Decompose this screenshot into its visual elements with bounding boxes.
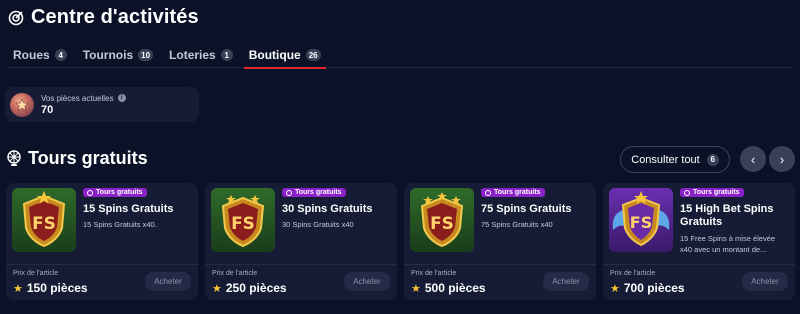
tab-label: Loteries: [169, 48, 216, 62]
star-icon: [15, 97, 29, 111]
star-icon: ★: [212, 282, 222, 295]
clock-icon: [286, 189, 292, 196]
tab-boutique[interactable]: Boutique 26: [243, 42, 326, 69]
card-description: 75 Spins Gratuits x40: [481, 220, 553, 229]
clock-icon: [485, 189, 491, 196]
fs-shield-image: FS: [410, 188, 474, 252]
prev-button[interactable]: ‹: [740, 146, 766, 172]
price: ★ 150 pièces: [13, 281, 88, 295]
category-badge: Tours gratuits: [282, 188, 346, 197]
tab-bar: Roues 4 Tournois 10 Loteries 1 Boutique …: [8, 42, 792, 69]
badge-label: Tours gratuits: [494, 189, 541, 196]
thumb-text: FS: [231, 214, 255, 234]
badge-label: Tours gratuits: [295, 189, 342, 196]
page-header: Centre d'activités: [8, 6, 199, 29]
card-title: 15 High Bet Spins Gratuits: [680, 203, 774, 228]
target-icon: [8, 10, 24, 25]
clock-icon: [684, 189, 690, 196]
tab-label: Boutique: [248, 48, 301, 62]
buy-button[interactable]: Acheter: [742, 272, 788, 291]
clock-icon: [87, 189, 93, 196]
thumb-text: FS: [430, 214, 454, 234]
tab-loteries[interactable]: Loteries 1: [164, 42, 238, 68]
card-description: 15 Free Spins à mise élevée x40 avec un …: [680, 234, 776, 254]
chevron-right-icon: ›: [779, 151, 785, 167]
product-card[interactable]: FS Tours gratuits 15 Spins Gratuits 15 S…: [6, 183, 198, 300]
card-description: 15 Spins Gratuits x40.: [83, 220, 157, 229]
info-icon[interactable]: i: [117, 94, 126, 102]
tab-count-badge: 1: [220, 49, 233, 61]
card-title: 30 Spins Gratuits: [282, 203, 373, 215]
thumb-text: FS: [630, 213, 652, 232]
tab-roues[interactable]: Roues 4: [8, 42, 72, 68]
coin-label-text: Vos pièces actuelles: [41, 93, 114, 103]
product-card[interactable]: FS Tours gratuits 30 Spins Gratuits 30 S…: [205, 183, 397, 300]
star-icon: ★: [411, 282, 421, 295]
fs-shield-image: FS: [211, 188, 275, 252]
price: ★ 700 pièces: [610, 281, 685, 295]
card-list: FS Tours gratuits 15 Spins Gratuits 15 S…: [6, 183, 795, 300]
tab-label: Roues: [13, 48, 50, 62]
badge-label: Tours gratuits: [693, 189, 740, 196]
price-label: Prix de l'article: [411, 270, 457, 277]
price-value: 700 pièces: [623, 281, 685, 295]
fs-winged-shield-image: FS: [609, 188, 673, 252]
tab-count-badge: 4: [54, 49, 67, 61]
see-all-label: Consulter tout: [631, 153, 700, 166]
category-badge: Tours gratuits: [680, 188, 744, 197]
buy-button[interactable]: Acheter: [145, 272, 191, 291]
category-badge: Tours gratuits: [83, 188, 147, 197]
product-card[interactable]: FS Tours gratuits 15 High Bet Spins Grat…: [603, 183, 795, 300]
page-title: Centre d'activités: [31, 6, 199, 28]
coin-label: Vos pièces actuelles i: [41, 94, 126, 103]
card-title: 75 Spins Gratuits: [481, 203, 572, 215]
tab-label: Tournois: [82, 48, 134, 62]
divider: [603, 264, 795, 265]
card-title: 15 Spins Gratuits: [83, 203, 174, 215]
see-all-button[interactable]: Consulter tout 6: [620, 146, 730, 173]
section-title: Tours gratuits: [28, 148, 148, 168]
star-icon: ★: [610, 282, 620, 295]
star-icon: ★: [13, 282, 23, 295]
coin-value: 70: [41, 103, 54, 116]
price-label: Prix de l'article: [13, 270, 59, 277]
price-label: Prix de l'article: [212, 270, 258, 277]
fs-shield-image: FS: [12, 188, 76, 252]
divider: [205, 264, 397, 265]
divider: [404, 264, 596, 265]
price: ★ 250 pièces: [212, 281, 287, 295]
category-badge: Tours gratuits: [481, 188, 545, 197]
price: ★ 500 pièces: [411, 281, 486, 295]
see-all-count: 6: [706, 153, 719, 166]
tab-tournois[interactable]: Tournois 10: [78, 42, 158, 68]
coin-icon: [10, 92, 34, 117]
price-value: 500 pièces: [424, 281, 486, 295]
buy-button[interactable]: Acheter: [543, 272, 589, 291]
thumb-text: FS: [32, 214, 56, 234]
next-button[interactable]: ›: [769, 146, 795, 172]
wheel-icon: [7, 150, 21, 166]
coin-balance-panel: Vos pièces actuelles i 70: [5, 87, 199, 122]
buy-button[interactable]: Acheter: [344, 272, 390, 291]
section-header: Tours gratuits: [6, 148, 148, 169]
price-value: 150 pièces: [26, 281, 88, 295]
chevron-left-icon: ‹: [750, 151, 756, 167]
price-label: Prix de l'article: [610, 270, 656, 277]
badge-label: Tours gratuits: [96, 189, 143, 196]
product-card[interactable]: FS Tours gratuits 75 Spins Gratuits 75 S…: [404, 183, 596, 300]
tab-count-badge: 26: [305, 49, 321, 61]
price-value: 250 pièces: [225, 281, 287, 295]
divider: [6, 264, 198, 265]
card-description: 30 Spins Gratuits x40: [282, 220, 354, 229]
tab-count-badge: 10: [138, 49, 154, 61]
